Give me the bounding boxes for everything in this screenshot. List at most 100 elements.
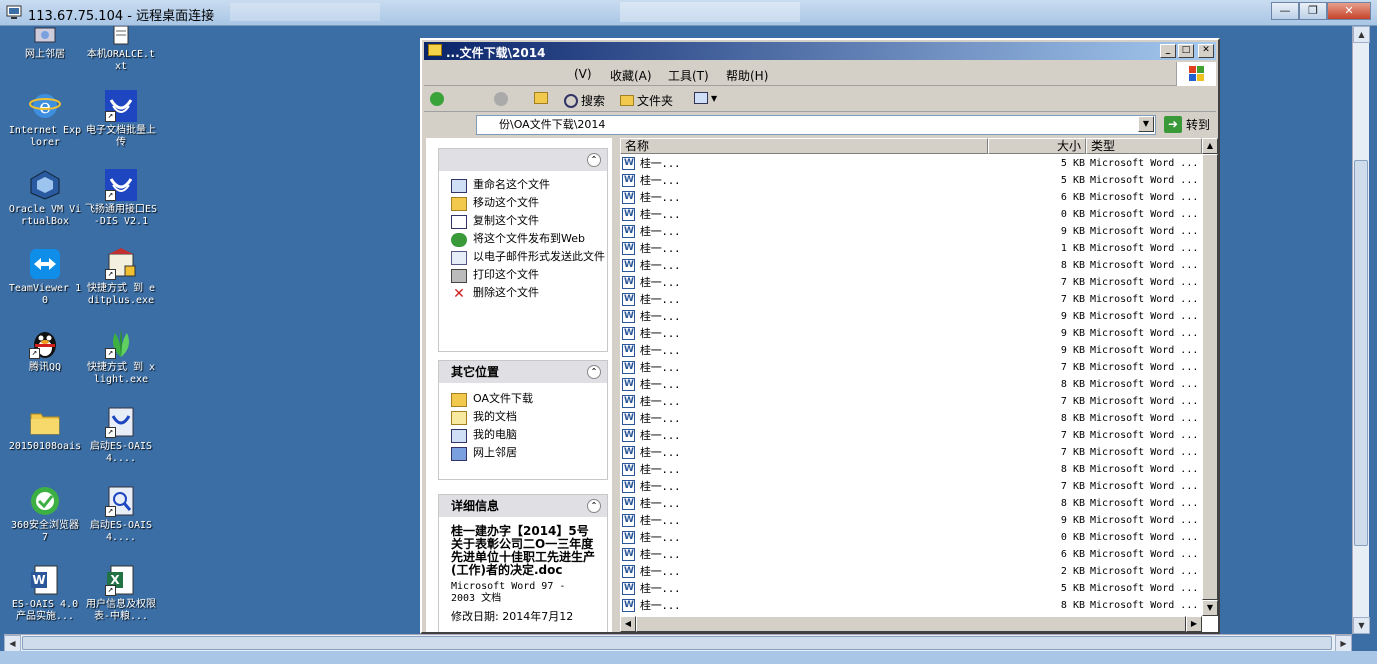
search-button[interactable]: 搜索 bbox=[564, 92, 605, 109]
scroll-thumb[interactable] bbox=[22, 636, 1332, 650]
desktop-icon-xlight[interactable]: ↗ 快捷方式 到 xlight.exe bbox=[84, 327, 158, 386]
table-row[interactable]: 桂一... 7 KB Microsoft Word ... bbox=[620, 359, 1202, 376]
table-row[interactable]: 桂一... 8 KB Microsoft Word ... bbox=[620, 495, 1202, 512]
up-folder-button[interactable] bbox=[534, 92, 548, 104]
table-row[interactable]: 桂一... 9 KB Microsoft Word ... bbox=[620, 308, 1202, 325]
desktop-icon-word-doc[interactable]: W ES-OAIS 4.0产品实施... bbox=[8, 564, 82, 623]
table-row[interactable]: 桂一... 9 KB Microsoft Word ... bbox=[620, 223, 1202, 240]
menu-view[interactable]: (V) bbox=[574, 67, 592, 81]
scroll-left-button[interactable]: ◀ bbox=[620, 616, 636, 632]
desktop-icon-360[interactable]: 360安全浏览器7 bbox=[8, 485, 82, 544]
task-delete[interactable]: ✕ 删除这个文件 bbox=[439, 285, 607, 303]
menu-tools[interactable]: 工具(T) bbox=[668, 67, 709, 84]
table-row[interactable]: 桂一... 8 KB Microsoft Word ... bbox=[620, 461, 1202, 478]
table-row[interactable]: 桂一... 2 KB Microsoft Word ... bbox=[620, 563, 1202, 580]
menu-favorites[interactable]: 收藏(A) bbox=[610, 67, 652, 84]
list-horizontal-scrollbar[interactable]: ◀ ▶ bbox=[620, 616, 1202, 632]
scroll-left-button[interactable]: ◀ bbox=[4, 635, 21, 652]
scroll-thumb[interactable] bbox=[1202, 154, 1218, 600]
scroll-down-button[interactable]: ▼ bbox=[1202, 600, 1218, 616]
desktop-icon-folder-oais[interactable]: 20150108oais bbox=[8, 406, 82, 453]
place-my-documents[interactable]: 我的文档 bbox=[439, 409, 607, 427]
table-row[interactable]: 桂一... 9 KB Microsoft Word ... bbox=[620, 342, 1202, 359]
table-row[interactable]: 桂一... 7 KB Microsoft Word ... bbox=[620, 478, 1202, 495]
collapse-icon[interactable]: ⌃ bbox=[587, 365, 601, 379]
desktop-icon-editplus[interactable]: ↗ 快捷方式 到 editplus.exe bbox=[84, 248, 158, 307]
task-move[interactable]: 移动这个文件 bbox=[439, 195, 607, 213]
menu-bar: (V) 收藏(A) 工具(T) 帮助(H) bbox=[424, 62, 1216, 86]
desktop-icon-virtualbox[interactable]: Oracle VM VirtualBox bbox=[8, 169, 82, 228]
scroll-right-button[interactable]: ▶ bbox=[1335, 635, 1352, 652]
other-places-header[interactable]: 其它位置 ⌃ bbox=[439, 361, 607, 383]
column-type[interactable]: 类型 bbox=[1086, 138, 1202, 154]
place-oa-download[interactable]: OA文件下载 bbox=[439, 391, 607, 409]
minimize-button[interactable]: — bbox=[1271, 2, 1299, 20]
table-row[interactable]: 桂一... 9 KB Microsoft Word ... bbox=[620, 325, 1202, 342]
scroll-up-button[interactable]: ▲ bbox=[1202, 138, 1218, 154]
task-print[interactable]: 打印这个文件 bbox=[439, 267, 607, 285]
table-row[interactable]: 桂一... 7 KB Microsoft Word ... bbox=[620, 291, 1202, 308]
address-dropdown-button[interactable]: ▼ bbox=[1138, 116, 1154, 132]
restore-button[interactable]: ❐ bbox=[1299, 2, 1327, 20]
desktop-icon-start-oais-1[interactable]: ↗ 启动ES-OAIS4.... bbox=[84, 406, 158, 465]
table-row[interactable]: 桂一... 5 KB Microsoft Word ... bbox=[620, 580, 1202, 597]
scroll-thumb[interactable] bbox=[636, 616, 1186, 632]
close-button[interactable]: ✕ bbox=[1198, 44, 1214, 58]
file-tasks-header[interactable]: ⌃ bbox=[439, 149, 607, 171]
scroll-right-button[interactable]: ▶ bbox=[1186, 616, 1202, 632]
column-name[interactable]: 名称 bbox=[620, 138, 988, 154]
details-header[interactable]: 详细信息 ⌃ bbox=[439, 495, 607, 517]
folders-button[interactable]: 文件夹 bbox=[620, 92, 673, 109]
forward-button[interactable] bbox=[494, 92, 508, 106]
views-button[interactable]: ▼ bbox=[694, 92, 717, 104]
table-row[interactable]: 桂一... 8 KB Microsoft Word ... bbox=[620, 376, 1202, 393]
scroll-down-button[interactable]: ▼ bbox=[1353, 617, 1370, 634]
table-row[interactable]: 桂一... 8 KB Microsoft Word ... bbox=[620, 597, 1202, 614]
desktop-icon-ie[interactable]: e Internet Explorer bbox=[8, 90, 82, 149]
column-size[interactable]: 大小 bbox=[988, 138, 1086, 154]
collapse-icon[interactable]: ⌃ bbox=[587, 499, 601, 513]
menu-help[interactable]: 帮助(H) bbox=[726, 67, 768, 84]
place-my-computer[interactable]: 我的电脑 bbox=[439, 427, 607, 445]
place-network[interactable]: 网上邻居 bbox=[439, 445, 607, 463]
table-row[interactable]: 桂一... 6 KB Microsoft Word ... bbox=[620, 189, 1202, 206]
task-email[interactable]: 以电子邮件形式发送此文件 bbox=[439, 249, 607, 267]
collapse-icon[interactable]: ⌃ bbox=[587, 153, 601, 167]
task-copy[interactable]: 复制这个文件 bbox=[439, 213, 607, 231]
back-button[interactable] bbox=[430, 92, 444, 106]
desktop-icon-teamviewer[interactable]: TeamViewer 10 bbox=[8, 248, 82, 307]
table-row[interactable]: 桂一... 7 KB Microsoft Word ... bbox=[620, 444, 1202, 461]
desktop-icon-network[interactable]: 网上邻居 bbox=[8, 26, 82, 61]
table-row[interactable]: 桂一... 5 KB Microsoft Word ... bbox=[620, 155, 1202, 172]
address-input[interactable]: 份\OA文件下载\2014 bbox=[476, 115, 1156, 135]
maximize-button[interactable]: □ bbox=[1178, 44, 1194, 58]
close-button[interactable]: ✕ bbox=[1327, 2, 1371, 20]
desktop-icon-es-dis[interactable]: ↗ 飞扬通用接口ES-DIS V2.1 bbox=[84, 169, 158, 228]
table-row[interactable]: 桂一... 8 KB Microsoft Word ... bbox=[620, 410, 1202, 427]
table-row[interactable]: 桂一... 7 KB Microsoft Word ... bbox=[620, 274, 1202, 291]
desktop-icon-start-oais-2[interactable]: ↗ 启动ES-OAIS4.... bbox=[84, 485, 158, 544]
table-row[interactable]: 桂一... 7 KB Microsoft Word ... bbox=[620, 393, 1202, 410]
list-vertical-scrollbar[interactable]: ▲ ▼ bbox=[1202, 138, 1218, 616]
table-row[interactable]: 桂一... 5 KB Microsoft Word ... bbox=[620, 172, 1202, 189]
rdp-vertical-scrollbar[interactable]: ▲ ▼ bbox=[1352, 26, 1370, 634]
rdp-horizontal-scrollbar[interactable]: ◀ ▶ bbox=[4, 634, 1352, 652]
scroll-up-button[interactable]: ▲ bbox=[1353, 26, 1370, 43]
table-row[interactable]: 桂一... 9 KB Microsoft Word ... bbox=[620, 512, 1202, 529]
table-row[interactable]: 桂一... 0 KB Microsoft Word ... bbox=[620, 529, 1202, 546]
scroll-thumb[interactable] bbox=[1354, 160, 1368, 546]
table-row[interactable]: 桂一... 7 KB Microsoft Word ... bbox=[620, 427, 1202, 444]
go-button[interactable]: ➜ 转到 bbox=[1164, 116, 1210, 133]
task-publish-web[interactable]: 将这个文件发布到Web bbox=[439, 231, 607, 249]
table-row[interactable]: 桂一... 6 KB Microsoft Word ... bbox=[620, 546, 1202, 563]
desktop-icon-oracle-txt[interactable]: 本机ORALCE.txt bbox=[84, 26, 158, 73]
table-row[interactable]: 桂一... 0 KB Microsoft Word ... bbox=[620, 206, 1202, 223]
table-row[interactable]: 桂一... 1 KB Microsoft Word ... bbox=[620, 240, 1202, 257]
table-row[interactable]: 桂一... 8 KB Microsoft Word ... bbox=[620, 257, 1202, 274]
desktop-icon-qq[interactable]: ↗ 腾讯QQ bbox=[8, 327, 82, 374]
desktop-icon-upload[interactable]: ↗ 电子文档批量上传 bbox=[84, 90, 158, 149]
task-rename[interactable]: 重命名这个文件 bbox=[439, 177, 607, 195]
minimize-button[interactable]: _ bbox=[1160, 44, 1176, 58]
explorer-title-bar[interactable]: ...文件下载\2014 _ □ ✕ bbox=[424, 42, 1216, 60]
desktop-icon-excel-doc[interactable]: X ↗ 用户信息及权限表-中粮... bbox=[84, 564, 158, 623]
